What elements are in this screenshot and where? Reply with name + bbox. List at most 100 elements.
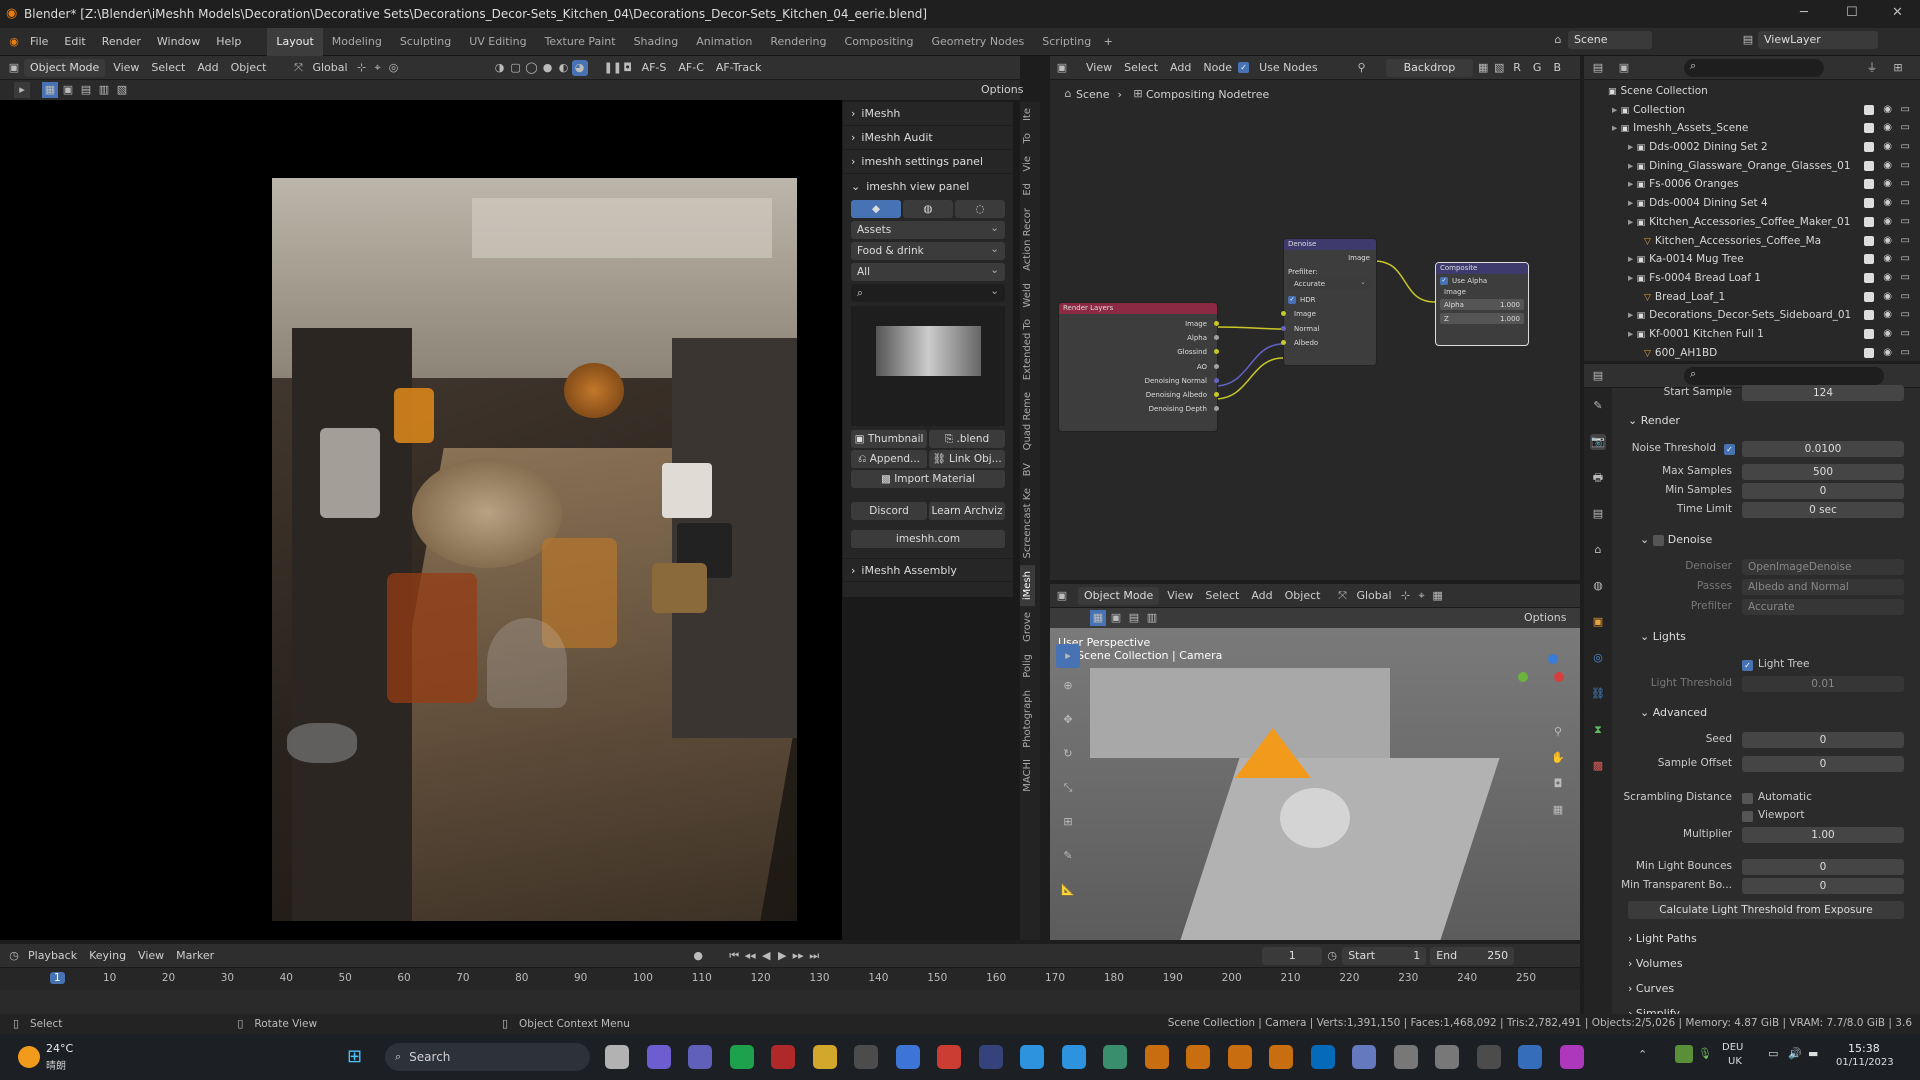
imeshh-settings-section[interactable]: › imeshh settings panel <box>843 150 1013 174</box>
camera-gizmo[interactable] <box>1235 728 1311 778</box>
multiplier-field[interactable]: 1.00 <box>1742 827 1904 843</box>
camera-icon[interactable]: ◘ <box>620 60 636 76</box>
menu-help[interactable]: Help <box>208 28 249 56</box>
render-camera-icon[interactable]: ▭ <box>1901 175 1910 194</box>
physics-tab-icon[interactable]: ◎ <box>1590 650 1606 666</box>
expand-arrow-icon[interactable]: ▸ <box>1612 104 1621 116</box>
render-camera-icon[interactable]: ▭ <box>1901 194 1910 213</box>
scene-tab-icon[interactable]: ⌂ <box>1590 542 1606 558</box>
include-checkbox[interactable] <box>1864 328 1874 339</box>
alpha-field[interactable]: Alpha 1.000 <box>1440 299 1524 310</box>
taskbar-app-icon[interactable] <box>978 1045 1003 1069</box>
taskbar-app-icon[interactable] <box>1476 1045 1501 1069</box>
lights-section-header[interactable]: ⌄ Lights <box>1640 630 1686 643</box>
annotate-tool-icon[interactable]: ✎ <box>1056 844 1080 868</box>
taskbar-app-icon[interactable] <box>1518 1045 1542 1069</box>
asset-search-input[interactable]: ⌕ <box>851 282 1005 302</box>
side-tab-weld[interactable]: Weld <box>1020 277 1035 314</box>
imeshh-audit-section[interactable]: › iMeshh Audit <box>843 126 1013 150</box>
minimize-icon[interactable]: ─ <box>1800 5 1808 20</box>
display-mode-icon[interactable]: ▣ <box>1616 60 1632 76</box>
output-tab-icon[interactable]: 🖶 <box>1590 470 1606 486</box>
render-camera-icon[interactable]: ▭ <box>1901 213 1910 232</box>
calculate-light-threshold-button[interactable]: Calculate Light Threshold from Exposure <box>1628 901 1904 919</box>
viewlayer-selector[interactable]: ▤ ViewLayer <box>1740 31 1880 49</box>
include-checkbox[interactable] <box>1864 291 1874 302</box>
rendered-shading-icon[interactable]: ◕ <box>571 59 588 76</box>
light-threshold-field[interactable]: 0.01 <box>1742 676 1904 692</box>
expand-arrow-icon[interactable]: ▸ <box>1628 253 1637 265</box>
render-output-socket[interactable]: Denoising Normal <box>1059 374 1219 388</box>
taskbar-app-icon[interactable] <box>1103 1045 1127 1069</box>
lang-code[interactable]: DEU <box>1722 1042 1743 1053</box>
af-s-button[interactable]: AF-S <box>636 57 673 79</box>
socket-dot[interactable] <box>1281 325 1286 331</box>
light-tree-checkbox[interactable]: ✓ <box>1742 660 1753 671</box>
denoiser-dropdown[interactable]: OpenImageDenoise <box>1742 559 1904 575</box>
new-collection-icon[interactable]: ⊞ <box>1890 60 1906 76</box>
outliner-item[interactable]: ▸ ▣ Dining_Glassware_Orange_Glasses_01 ◉ ▭ <box>1584 157 1920 176</box>
scene-name[interactable]: Scene <box>1568 31 1652 49</box>
taskbar-app-icon[interactable] <box>771 1045 795 1069</box>
render-output-socket[interactable]: Alpha <box>1059 331 1219 345</box>
editor-type-icon[interactable]: ▣ <box>1054 588 1070 604</box>
select-subtract-icon[interactable]: ▤ <box>78 82 94 98</box>
lang-region[interactable]: UK <box>1728 1056 1742 1067</box>
side-tab-imesh[interactable]: iMesh <box>1020 564 1035 606</box>
section-volumes[interactable]: › Volumes <box>1628 957 1683 970</box>
side-tab-action-recor[interactable]: Action Recor <box>1020 202 1035 277</box>
denoise-input-socket[interactable]: Image <box>1281 307 1376 322</box>
jump-start-icon[interactable]: ⏮ <box>726 948 742 964</box>
max-samples-field[interactable]: 500 <box>1742 464 1904 480</box>
af-track-button[interactable]: AF-Track <box>710 57 768 79</box>
asset-preview[interactable] <box>851 306 1005 426</box>
taskbar-app-icon[interactable] <box>812 1045 837 1069</box>
noise-threshold-field[interactable]: 0.0100 <box>1742 441 1904 457</box>
taskbar-app-icon[interactable] <box>646 1045 671 1069</box>
x-axis-icon[interactable] <box>1554 672 1564 682</box>
socket-dot[interactable] <box>1281 340 1286 345</box>
blender-menu-icon[interactable]: ◉ <box>6 34 22 50</box>
outliner-item[interactable]: ▸ ▣ Collection ◉ ▭ <box>1584 101 1920 120</box>
use-alpha-checkbox[interactable]: ✓ <box>1440 277 1448 285</box>
expand-arrow-icon[interactable]: ▸ <box>1628 141 1637 153</box>
texture-tab-icon[interactable]: ▩ <box>1590 758 1606 774</box>
taskbar-app-icon[interactable] <box>1061 1045 1086 1069</box>
workspace-tab-texture-paint[interactable]: Texture Paint <box>536 28 625 56</box>
overlay-icon[interactable]: ◑ <box>492 60 508 76</box>
constraints-tab-icon[interactable]: ⛓ <box>1590 686 1606 702</box>
include-checkbox[interactable] <box>1864 160 1874 171</box>
volume-icon[interactable]: 🔊 <box>1788 1047 1802 1060</box>
wireframe-shading-icon[interactable]: ◯ <box>524 60 540 76</box>
render-tab-icon[interactable]: 📷 <box>1590 434 1606 450</box>
editor-type-icon[interactable]: ▤ <box>1590 368 1606 384</box>
include-checkbox[interactable] <box>1864 123 1874 134</box>
visibility-eye-icon[interactable]: ◉ <box>1883 344 1892 363</box>
include-checkbox[interactable] <box>1864 216 1874 227</box>
mode-dropdown[interactable]: Object Mode <box>24 58 106 77</box>
outliner-item[interactable]: ▸ ▣ Ka-0014 Mug Tree ◉ ▭ <box>1584 250 1920 269</box>
render-output-socket[interactable]: Glossind <box>1059 345 1219 359</box>
render-output-socket[interactable]: Denoising Albedo <box>1059 388 1219 402</box>
weather-temp[interactable]: 24°C <box>46 1042 73 1055</box>
visibility-eye-icon[interactable]: ◉ <box>1883 232 1892 251</box>
visibility-eye-icon[interactable]: ◉ <box>1883 325 1892 344</box>
pan-hand-icon[interactable]: ✋ <box>1550 750 1566 766</box>
include-checkbox[interactable] <box>1864 235 1874 246</box>
workspace-tab-modeling[interactable]: Modeling <box>323 28 391 56</box>
add-menu[interactable]: Add <box>1245 585 1278 607</box>
render-camera-icon[interactable]: ▭ <box>1901 269 1910 288</box>
workspace-tab-scripting[interactable]: Scripting <box>1033 28 1100 56</box>
denoise-input-socket[interactable]: Normal <box>1281 322 1376 337</box>
socket-dot[interactable] <box>1214 392 1219 398</box>
play-icon[interactable]: ▶ <box>774 948 790 964</box>
snap-icon[interactable]: ⌖ <box>370 60 386 76</box>
include-checkbox[interactable] <box>1864 272 1874 283</box>
time-limit-field[interactable]: 0 sec <box>1742 502 1904 518</box>
scene-selector[interactable]: ⌂ Scene <box>1550 31 1654 49</box>
outliner-item[interactable]: ▸ ▣ Dds-0004 Dining Set 4 ◉ ▭ <box>1584 194 1920 213</box>
start-frame-field[interactable]: Start 1 <box>1342 946 1427 965</box>
pivot-icon[interactable]: ⊹ <box>354 60 370 76</box>
xray-icon[interactable]: ▢ <box>508 60 524 76</box>
3d-scene-canvas[interactable]: User Perspective (1) Scene Collection | … <box>1050 628 1580 940</box>
